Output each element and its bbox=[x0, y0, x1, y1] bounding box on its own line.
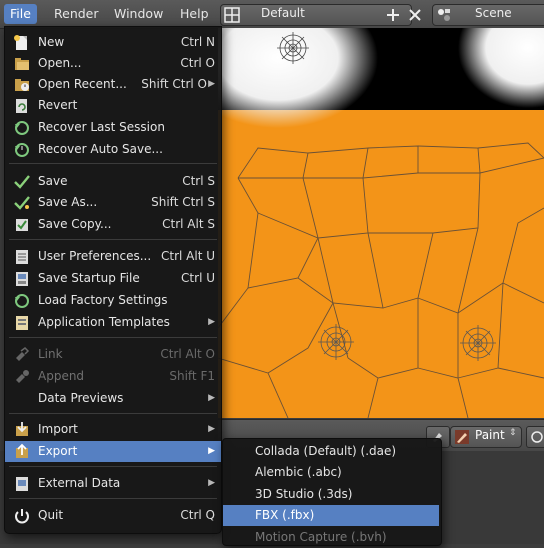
menu-help[interactable]: Help bbox=[174, 4, 215, 24]
new-file-icon bbox=[13, 34, 31, 51]
file-menu-recover-last-session[interactable]: Recover Last Session bbox=[5, 117, 221, 138]
submenu-arrow-icon: ▶ bbox=[208, 393, 215, 403]
top-header-bar: File Render Window Help Default Scene bbox=[0, 0, 544, 29]
file-menu-new[interactable]: New Ctrl N bbox=[5, 32, 221, 53]
screen-layout-selector[interactable]: Default bbox=[220, 4, 421, 26]
menu-separator bbox=[9, 413, 217, 414]
save-startup-icon bbox=[13, 270, 31, 287]
file-menu-link[interactable]: Link Ctrl Alt O bbox=[5, 344, 221, 365]
3d-viewport[interactable] bbox=[218, 28, 544, 418]
mesh-wireframe bbox=[218, 28, 544, 418]
export-motion-capture[interactable]: Motion Capture (.bvh) bbox=[223, 527, 439, 548]
export-3d-studio[interactable]: 3D Studio (.3ds) bbox=[223, 484, 439, 505]
paint-mode-selector[interactable]: Paint ⇕ bbox=[450, 426, 522, 448]
file-menu-append[interactable]: Append Shift F1 bbox=[5, 366, 221, 387]
file-menu-import[interactable]: Import ▶ bbox=[5, 419, 221, 440]
file-menu-save-startup-file[interactable]: Save Startup File Ctrl U bbox=[5, 268, 221, 289]
menu-separator bbox=[9, 163, 217, 164]
file-menu-application-templates[interactable]: Application Templates ▶ bbox=[5, 312, 221, 333]
export-icon bbox=[13, 443, 31, 460]
append-icon bbox=[13, 368, 31, 385]
submenu-arrow-icon: ▶ bbox=[208, 424, 215, 434]
menu-separator bbox=[9, 466, 217, 467]
export-submenu: Collada (Default) (.dae) Alembic (.abc) … bbox=[222, 438, 442, 546]
paint-brush-icon bbox=[454, 429, 470, 448]
templates-icon bbox=[13, 314, 31, 331]
file-menu-open-recent[interactable]: Open Recent... Shift Ctrl O ▶ bbox=[5, 74, 221, 95]
power-icon bbox=[13, 507, 31, 524]
scene-selector[interactable]: Scene bbox=[432, 4, 544, 26]
external-data-icon bbox=[13, 475, 31, 492]
submenu-arrow-icon: ▶ bbox=[208, 478, 215, 488]
recover-auto-icon bbox=[13, 141, 31, 158]
menu-separator bbox=[9, 337, 217, 338]
remove-layout-icon[interactable] bbox=[407, 7, 423, 23]
open-folder-icon bbox=[13, 55, 31, 72]
file-menu-dropdown: New Ctrl N Open... Ctrl O Open Recent...… bbox=[4, 26, 222, 534]
open-recent-icon bbox=[13, 76, 31, 93]
shading-icon bbox=[530, 430, 544, 447]
file-menu-save-as[interactable]: Save As... Shift Ctrl S bbox=[5, 192, 221, 213]
menu-file[interactable]: File bbox=[4, 4, 37, 24]
mode-dropdown-icon: ⇕ bbox=[509, 428, 517, 438]
save-copy-icon bbox=[13, 216, 31, 233]
export-alembic[interactable]: Alembic (.abc) bbox=[223, 462, 439, 483]
export-fbx[interactable]: FBX (.fbx) bbox=[223, 505, 439, 526]
menu-render[interactable]: Render bbox=[48, 4, 105, 24]
file-menu-recover-auto-save[interactable]: Recover Auto Save... bbox=[5, 139, 221, 160]
export-collada[interactable]: Collada (Default) (.dae) bbox=[223, 441, 439, 462]
recover-last-icon bbox=[13, 119, 31, 136]
file-menu-save[interactable]: Save Ctrl S bbox=[5, 171, 221, 192]
preferences-icon bbox=[13, 248, 31, 265]
scene-icon bbox=[436, 7, 452, 23]
screen-layout-name: Default bbox=[261, 6, 305, 20]
file-menu-user-preferences[interactable]: User Preferences... Ctrl Alt U bbox=[5, 246, 221, 267]
submenu-arrow-icon: ▶ bbox=[208, 79, 215, 89]
submenu-arrow-icon: ▶ bbox=[208, 446, 215, 456]
viewport-shading-button[interactable] bbox=[526, 426, 544, 448]
file-menu-load-factory-settings[interactable]: Load Factory Settings bbox=[5, 290, 221, 311]
add-layout-icon[interactable] bbox=[385, 7, 401, 23]
file-menu-external-data[interactable]: External Data ▶ bbox=[5, 473, 221, 494]
save-as-checkmark-icon bbox=[13, 194, 31, 211]
file-menu-quit[interactable]: Quit Ctrl Q bbox=[5, 505, 221, 526]
menu-separator bbox=[9, 498, 217, 499]
file-menu-revert[interactable]: Revert bbox=[5, 95, 221, 116]
menu-window[interactable]: Window bbox=[108, 4, 169, 24]
submenu-arrow-icon: ▶ bbox=[208, 317, 215, 327]
import-icon bbox=[13, 421, 31, 438]
link-icon bbox=[13, 346, 31, 363]
file-menu-save-copy[interactable]: Save Copy... Ctrl Alt S bbox=[5, 214, 221, 235]
file-menu-export[interactable]: Export ▶ bbox=[5, 441, 221, 462]
file-menu-data-previews[interactable]: Data Previews ▶ bbox=[5, 388, 221, 409]
factory-settings-icon bbox=[13, 292, 31, 309]
scene-name: Scene bbox=[475, 6, 512, 20]
revert-icon bbox=[13, 97, 31, 114]
file-menu-open[interactable]: Open... Ctrl O bbox=[5, 53, 221, 74]
save-checkmark-icon bbox=[13, 173, 31, 190]
layout-grid-icon bbox=[224, 7, 240, 23]
menu-separator bbox=[9, 239, 217, 240]
paint-mode-label: Paint bbox=[475, 428, 505, 442]
